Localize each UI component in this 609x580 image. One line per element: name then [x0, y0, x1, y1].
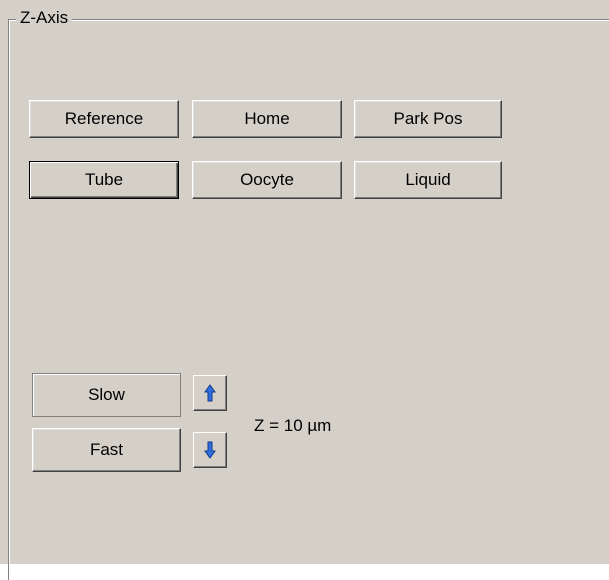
arrow-up-icon	[204, 384, 216, 402]
park-pos-button[interactable]: Park Pos	[354, 100, 502, 138]
z-down-button[interactable]	[193, 432, 227, 468]
slow-button[interactable]: Slow	[32, 373, 181, 417]
fast-button[interactable]: Fast	[32, 428, 181, 472]
home-button[interactable]: Home	[192, 100, 342, 138]
liquid-button[interactable]: Liquid	[354, 161, 502, 199]
arrow-down-icon	[204, 441, 216, 459]
tube-button[interactable]: Tube	[29, 161, 179, 199]
group-title: Z-Axis	[16, 8, 73, 28]
z-axis-panel: Z-Axis Reference Home Park Pos Tube Oocy…	[0, 0, 609, 580]
z-position-readout: Z = 10 µm	[254, 416, 332, 435]
reference-button[interactable]: Reference	[29, 100, 179, 138]
oocyte-button[interactable]: Oocyte	[192, 161, 342, 199]
z-up-button[interactable]	[193, 375, 227, 411]
